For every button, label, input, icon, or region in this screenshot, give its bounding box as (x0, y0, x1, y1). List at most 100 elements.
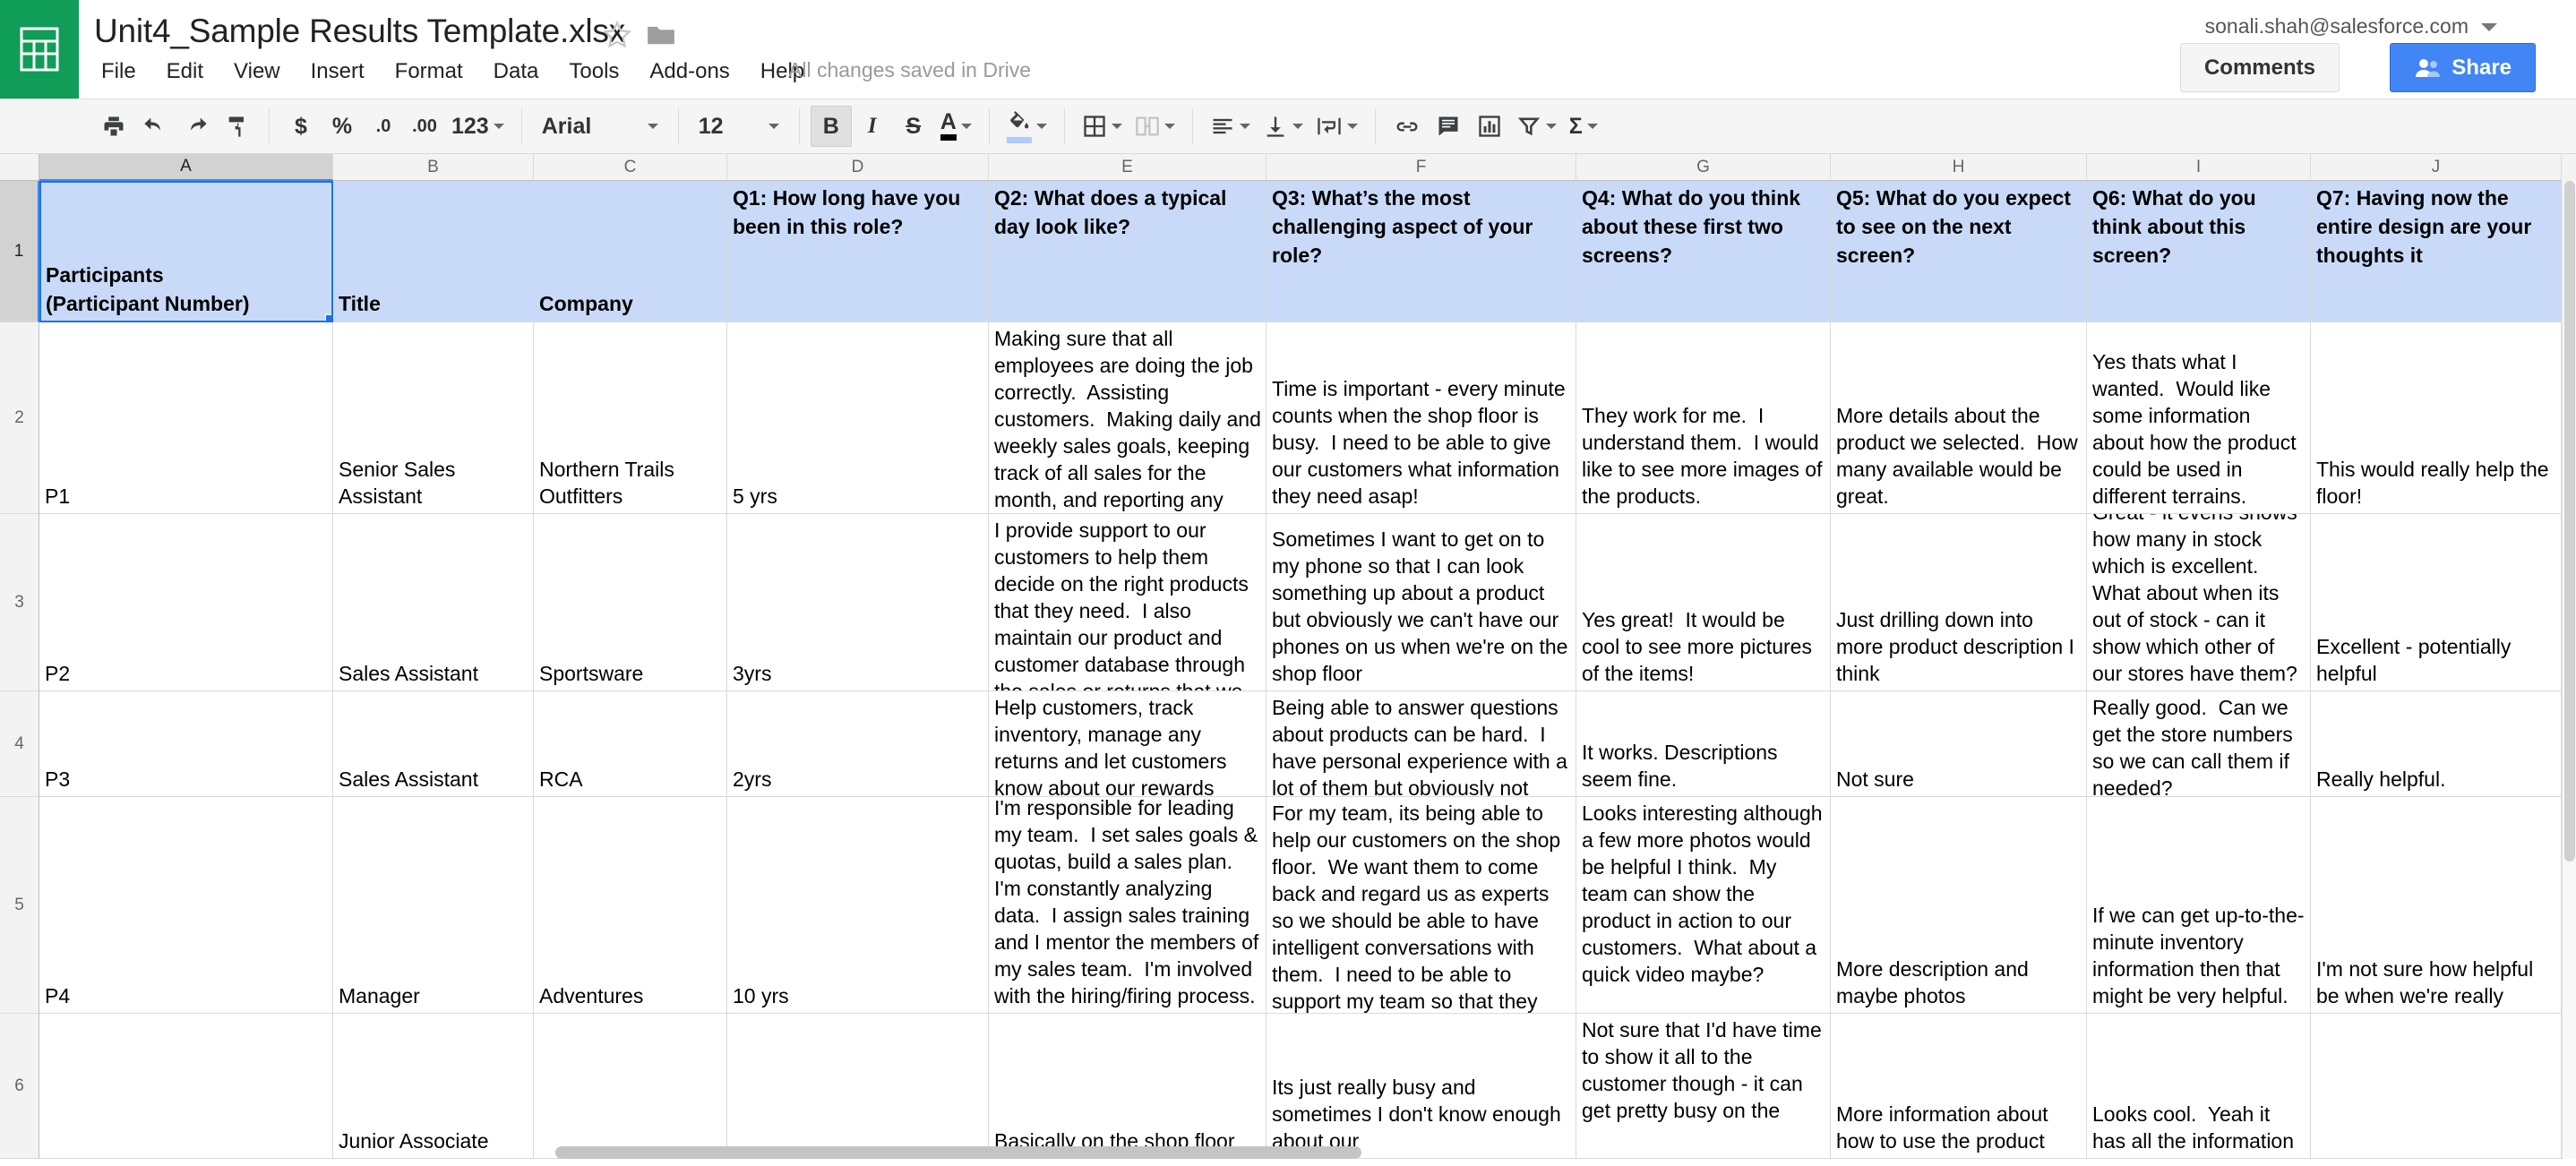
horizontal-align-button[interactable] (1204, 106, 1257, 147)
star-icon[interactable] (602, 20, 632, 50)
column-header-i[interactable]: I (2087, 154, 2311, 181)
select-all-corner[interactable] (0, 154, 39, 181)
cell-b1[interactable]: Title (333, 181, 534, 322)
cell-i6[interactable]: Looks cool. Yeah it has all the informat… (2087, 1014, 2311, 1159)
cell-f2[interactable]: Time is important - every minute counts … (1267, 322, 1576, 514)
insert-link-button[interactable] (1387, 106, 1428, 147)
cell-j1[interactable]: Q7: Having now the entire design are you… (2311, 181, 2562, 322)
cell-c3[interactable]: Sportsware (534, 514, 727, 691)
sheets-logo[interactable] (0, 0, 79, 99)
cell-d3[interactable]: 3yrs (727, 514, 989, 691)
menu-edit[interactable]: Edit (151, 56, 219, 88)
cell-h6[interactable]: More information about how to use the pr… (1831, 1014, 2087, 1159)
cell-c5[interactable]: Adventures (534, 797, 727, 1014)
row-header-6[interactable]: 6 (0, 1014, 39, 1159)
cell-d1[interactable]: Q1: How long have you been in this role? (727, 181, 989, 322)
cell-e6[interactable]: Basically on the shop floor (989, 1014, 1267, 1159)
document-title[interactable]: Unit4_Sample Results Template.xlsx (94, 13, 625, 50)
cell-f1[interactable]: Q3: What’s the most challenging aspect o… (1267, 181, 1576, 322)
cell-f5[interactable]: For my team, its being able to help our … (1267, 797, 1576, 1014)
cell-a5[interactable]: P4 (39, 797, 333, 1014)
folder-icon[interactable] (647, 22, 675, 47)
strikethrough-button[interactable]: S (893, 106, 934, 147)
row-header-4[interactable]: 4 (0, 691, 39, 797)
cell-g6[interactable]: Not sure that I'd have time to show it a… (1576, 1014, 1831, 1159)
cell-g4[interactable]: It works. Descriptions seem fine. (1576, 691, 1831, 797)
menu-insert[interactable]: Insert (296, 56, 380, 88)
cell-d4[interactable]: 2yrs (727, 691, 989, 797)
column-header-a[interactable]: A (39, 154, 333, 181)
percent-format-button[interactable]: % (322, 106, 363, 147)
borders-button[interactable] (1076, 106, 1129, 147)
text-color-button[interactable]: A (934, 106, 978, 147)
row-header-2[interactable]: 2 (0, 322, 39, 514)
chevron-down-icon[interactable] (2481, 23, 2497, 31)
cell-j6[interactable] (2311, 1014, 2562, 1159)
print-icon[interactable] (93, 106, 134, 147)
text-wrap-button[interactable] (1309, 106, 1364, 147)
redo-icon[interactable] (176, 106, 217, 147)
cell-f6[interactable]: Its just really busy and sometimes I don… (1267, 1014, 1576, 1159)
fill-color-button[interactable] (1000, 106, 1053, 147)
cell-j3[interactable]: Excellent - potentially helpful (2311, 514, 2562, 691)
cell-h4[interactable]: Not sure (1831, 691, 2087, 797)
comments-button[interactable]: Comments (2179, 43, 2340, 92)
column-header-e[interactable]: E (989, 154, 1267, 181)
cell-g3[interactable]: Yes great! It would be cool to see more … (1576, 514, 1831, 691)
cell-b4[interactable]: Sales Assistant (333, 691, 534, 797)
cell-e2[interactable]: Making sure that all employees are doing… (989, 322, 1267, 514)
insert-comment-button[interactable] (1428, 106, 1469, 147)
vertical-scrollbar[interactable] (2562, 181, 2576, 1159)
cell-i4[interactable]: Really good. Can we get the store number… (2087, 691, 2311, 797)
menu-add-ons[interactable]: Add-ons (634, 56, 744, 88)
cell-c2[interactable]: Northern Trails Outfitters (534, 322, 727, 514)
menu-view[interactable]: View (219, 56, 296, 88)
cell-e5[interactable]: I'm responsible for leading my team. I s… (989, 797, 1267, 1014)
cell-j5[interactable]: I'm not sure how helpful be when we're r… (2311, 797, 2562, 1014)
cell-d2[interactable]: 5 yrs (727, 322, 989, 514)
column-header-h[interactable]: H (1831, 154, 2087, 181)
column-header-c[interactable]: C (534, 154, 727, 181)
cell-e4[interactable]: Help customers, track inventory, manage … (989, 691, 1267, 797)
cell-h2[interactable]: More details about the product we select… (1831, 322, 2087, 514)
functions-button[interactable]: Σ (1563, 106, 1604, 147)
cell-g1[interactable]: Q4: What do you think about these first … (1576, 181, 1831, 322)
cell-h5[interactable]: More description and maybe photos (1831, 797, 2087, 1014)
column-header-g[interactable]: G (1576, 154, 1831, 181)
cell-e3[interactable]: I provide support to our customers to he… (989, 514, 1267, 691)
cell-c6[interactable] (534, 1014, 727, 1159)
row-header-3[interactable]: 3 (0, 514, 39, 691)
cell-j4[interactable]: Really helpful. (2311, 691, 2562, 797)
merge-cells-button[interactable] (1129, 106, 1181, 147)
font-size-selector[interactable]: 12 (690, 106, 788, 147)
cell-f3[interactable]: Sometimes I want to get on to my phone s… (1267, 514, 1576, 691)
insert-chart-button[interactable] (1469, 106, 1510, 147)
column-header-d[interactable]: D (727, 154, 989, 181)
cell-c1[interactable]: Company (534, 181, 727, 322)
undo-icon[interactable] (134, 106, 176, 147)
share-button[interactable]: Share (2390, 43, 2536, 92)
menu-file[interactable]: File (94, 56, 151, 88)
column-header-b[interactable]: B (333, 154, 534, 181)
cell-e1[interactable]: Q2: What does a typical day look like? (989, 181, 1267, 322)
cell-h3[interactable]: Just drilling down into more product des… (1831, 514, 2087, 691)
number-format-button[interactable]: 123 (445, 106, 511, 147)
cell-a3[interactable]: P2 (39, 514, 333, 691)
column-header-j[interactable]: J (2311, 154, 2562, 181)
cell-g2[interactable]: They work for me. I understand them. I w… (1576, 322, 1831, 514)
column-header-f[interactable]: F (1267, 154, 1576, 181)
cell-a2[interactable]: P1 (39, 322, 333, 514)
cell-a1[interactable]: Participants (Participant Number) (39, 181, 333, 322)
horizontal-scrollbar-thumb[interactable] (555, 1146, 1361, 1159)
cell-b5[interactable]: Manager (333, 797, 534, 1014)
italic-button[interactable]: I (852, 106, 893, 147)
font-family-selector[interactable]: Arial (533, 106, 667, 147)
cell-f4[interactable]: Being able to answer questions about pro… (1267, 691, 1576, 797)
cell-b6[interactable]: Junior Associate (333, 1014, 534, 1159)
row-header-1[interactable]: 1 (0, 181, 39, 322)
cell-a6[interactable] (39, 1014, 333, 1159)
cell-i1[interactable]: Q6: What do you think about this screen? (2087, 181, 2311, 322)
increase-decimal-button[interactable]: .00 (404, 106, 445, 147)
cell-d5[interactable]: 10 yrs (727, 797, 989, 1014)
cell-i3[interactable]: Great - it evens shows how many in stock… (2087, 514, 2311, 691)
